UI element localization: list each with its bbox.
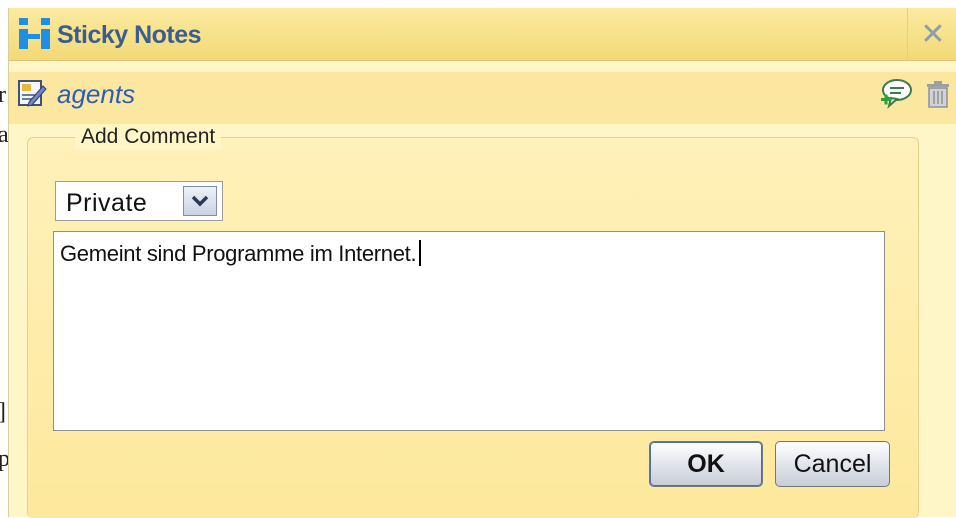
cancel-button[interactable]: Cancel xyxy=(775,441,890,487)
visibility-select-value: Private xyxy=(66,189,148,217)
chevron-down-icon xyxy=(191,195,209,207)
window-titlebar: Sticky Notes ✕ xyxy=(9,8,956,61)
trash-icon[interactable] xyxy=(923,78,953,110)
comment-textarea[interactable]: Gemeint sind Programme im Internet. xyxy=(53,231,885,431)
app-logo-icon xyxy=(19,18,50,49)
sticky-notes-window: Sticky Notes ✕ agents Add Comment Privat… xyxy=(8,8,956,518)
text-caret xyxy=(419,240,422,266)
add-comment-legend: Add Comment xyxy=(75,125,222,149)
background-page-text: ] xyxy=(0,400,6,424)
titlebar-divider xyxy=(907,8,908,60)
ok-button[interactable]: OK xyxy=(649,441,763,487)
add-comment-icon[interactable] xyxy=(879,78,913,110)
visibility-select[interactable]: Private xyxy=(55,181,223,221)
note-title-link[interactable]: agents xyxy=(57,79,135,110)
note-edit-icon xyxy=(18,80,47,107)
window-title: Sticky Notes xyxy=(57,21,202,49)
comment-text: Gemeint sind Programme im Internet. xyxy=(60,241,417,266)
comment-text-content: Gemeint sind Programme im Internet. xyxy=(60,240,422,267)
note-header: agents xyxy=(9,72,956,124)
background-page-text: r xyxy=(0,82,6,108)
select-dropdown-button[interactable] xyxy=(183,186,217,216)
close-icon[interactable]: ✕ xyxy=(915,18,951,52)
